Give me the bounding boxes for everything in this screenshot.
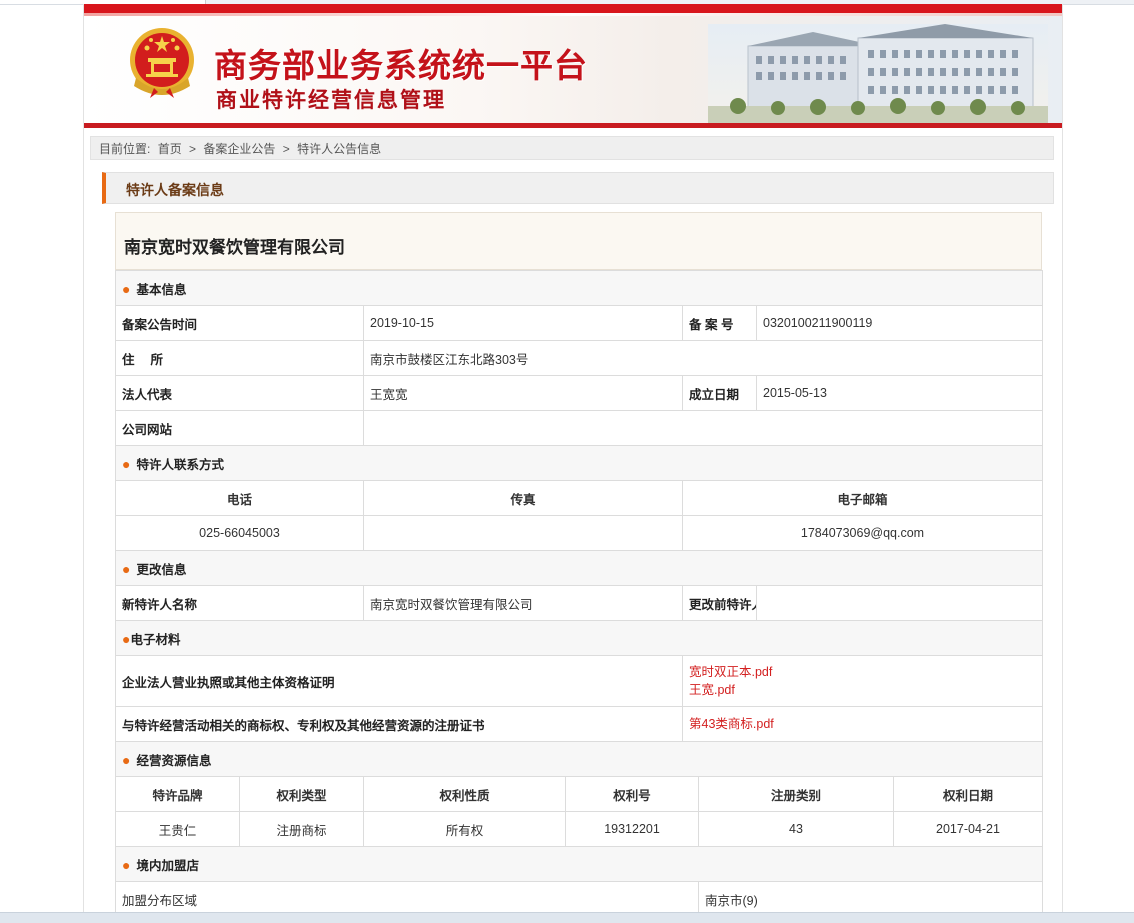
- table-row: 与特许经营活动相关的商标权、专利权及其他经营资源的注册证书 第43类商标.pdf: [115, 706, 1043, 742]
- new-name-value: 南京宽时双餐饮管理有限公司: [363, 585, 683, 621]
- email-label: 电子邮箱: [682, 480, 1043, 516]
- bullet-icon: ●: [122, 856, 131, 873]
- license-files: 宽时双正本.pdf 王宽.pdf: [682, 655, 1043, 707]
- license-file-link[interactable]: 王宽.pdf: [689, 681, 1036, 699]
- bullet-icon: ●: [122, 751, 131, 768]
- license-file-link[interactable]: 宽时双正本.pdf: [689, 663, 1036, 681]
- section-title: 特许人备案信息: [126, 182, 224, 198]
- resources-column-header-row: 特许品牌 权利类型 权利性质 权利号 注册类别 权利日期 权利期限: [115, 776, 1043, 812]
- materials-heading: ●电子材料: [115, 620, 1043, 656]
- fax-value: [363, 515, 683, 551]
- column-header: 注册类别: [698, 776, 894, 812]
- column-header: 特许品牌: [115, 776, 240, 812]
- bullet-icon: ●: [122, 455, 131, 472]
- banner-red-fade: [84, 13, 1062, 16]
- table-row: 企业法人营业执照或其他主体资格证明 宽时双正本.pdf 王宽.pdf: [115, 655, 1043, 707]
- column-header: 权利性质: [363, 776, 566, 812]
- site-banner: 商务部业务系统统一平台 商业特许经营信息管理: [84, 4, 1062, 128]
- breadcrumb-prefix: 目前位置:: [99, 142, 151, 156]
- banner-red-band: [84, 4, 1062, 13]
- stores-heading-text: 境内加盟店: [136, 858, 199, 873]
- record-no-value: 0320100211900119: [756, 305, 1043, 341]
- bullet-icon: ●: [122, 280, 131, 297]
- basic-info-header-row: ● 基本信息: [115, 270, 1043, 306]
- company-title-box: 南京宽时双餐饮管理有限公司: [115, 212, 1042, 270]
- basic-info-heading: ● 基本信息: [115, 270, 1043, 306]
- table-row: 住 所 南京市鼓楼区江东北路303号: [115, 340, 1043, 376]
- breadcrumb-separator: >: [282, 142, 290, 156]
- resources-heading-text: 经营资源信息: [136, 753, 212, 768]
- phone-value: 025-66045003: [115, 515, 364, 551]
- franchisor-info-table: ● 基本信息 备案公告时间 2019-10-15 备 案 号 0320100211…: [115, 270, 1043, 917]
- resources-header-row: ● 经营资源信息: [115, 741, 1043, 777]
- national-emblem-icon: [130, 28, 194, 98]
- founded-value: 2015-05-13: [756, 375, 1043, 411]
- stores-heading: ● 境内加盟店: [115, 846, 1043, 882]
- email-value: 1784073069@qq.com: [682, 515, 1043, 551]
- table-row: 电话 传真 电子邮箱: [115, 480, 1043, 516]
- change-heading: ● 更改信息: [115, 550, 1043, 586]
- column-header: 权利类型: [239, 776, 364, 812]
- legal-rep-value: 王宽宽: [363, 375, 683, 411]
- banner-title: 商务部业务系统统一平台: [214, 46, 588, 85]
- contact-heading-text: 特许人联系方式: [136, 457, 224, 472]
- right-nature-cell: 所有权: [363, 811, 566, 847]
- legal-rep-label: 法人代表: [115, 375, 364, 411]
- reg-class-cell: 43: [698, 811, 894, 847]
- address-value: 南京市鼓楼区江东北路303号: [363, 340, 1043, 376]
- new-name-label: 新特许人名称: [115, 585, 364, 621]
- banner-subtitle: 商业特许经营信息管理: [216, 87, 446, 112]
- phone-label: 电话: [115, 480, 364, 516]
- section-header: 特许人备案信息: [102, 172, 1054, 204]
- resources-heading: ● 经营资源信息: [115, 741, 1043, 777]
- company-name: 南京宽时双餐饮管理有限公司: [124, 238, 345, 257]
- old-name-label: 更改前特许人名称: [682, 585, 757, 621]
- basic-info-heading-text: 基本信息: [136, 282, 187, 297]
- record-no-label: 备 案 号: [682, 305, 757, 341]
- banner-red-bottom: [84, 123, 1062, 128]
- table-row: 公司网站: [115, 410, 1043, 446]
- breadcrumb-level1-link[interactable]: 备案企业公告: [203, 142, 275, 156]
- license-label: 企业法人营业执照或其他主体资格证明: [115, 655, 683, 707]
- ministry-building-icon: [708, 24, 1048, 123]
- fax-label: 传真: [363, 480, 683, 516]
- old-name-value: [756, 585, 1043, 621]
- stores-header-row: ● 境内加盟店: [115, 846, 1043, 882]
- change-heading-text: 更改信息: [136, 562, 187, 577]
- contact-heading: ● 特许人联系方式: [115, 445, 1043, 481]
- right-no-cell: 19312201: [565, 811, 699, 847]
- contact-header-row: ● 特许人联系方式: [115, 445, 1043, 481]
- change-header-row: ● 更改信息: [115, 550, 1043, 586]
- table-row: 王贵仁 注册商标 所有权 19312201 43 2017-04-21 2027…: [115, 811, 1043, 847]
- browser-bottom-bar: [0, 912, 1134, 923]
- materials-heading-text: 电子材料: [130, 632, 181, 647]
- breadcrumb-current: 特许人公告信息: [297, 142, 382, 156]
- bullet-icon: ●: [122, 560, 131, 577]
- table-row: 025-66045003 1784073069@qq.com: [115, 515, 1043, 551]
- website-value: [363, 410, 1043, 446]
- cert-label: 与特许经营活动相关的商标权、专利权及其他经营资源的注册证书: [115, 706, 683, 742]
- column-header: 权利日期: [893, 776, 1043, 812]
- cert-files: 第43类商标.pdf: [682, 706, 1043, 742]
- founded-label: 成立日期: [682, 375, 757, 411]
- breadcrumb-home-link[interactable]: 首页: [158, 142, 182, 156]
- table-row: 新特许人名称 南京宽时双餐饮管理有限公司 更改前特许人名称: [115, 585, 1043, 621]
- page-container: 商务部业务系统统一平台 商业特许经营信息管理 目前位置: 首页 > 备案企业公告…: [83, 4, 1063, 922]
- brand-cell: 王贵仁: [115, 811, 240, 847]
- announce-time-label: 备案公告时间: [115, 305, 364, 341]
- materials-header-row: ●电子材料: [115, 620, 1043, 656]
- cert-file-link[interactable]: 第43类商标.pdf: [689, 715, 1036, 733]
- table-row: 法人代表 王宽宽 成立日期 2015-05-13: [115, 375, 1043, 411]
- breadcrumb: 目前位置: 首页 > 备案企业公告 > 特许人公告信息: [90, 136, 1054, 160]
- address-label: 住 所: [115, 340, 364, 376]
- column-header: 权利号: [565, 776, 699, 812]
- right-date-cell: 2017-04-21: [893, 811, 1043, 847]
- right-type-cell: 注册商标: [239, 811, 364, 847]
- announce-time-value: 2019-10-15: [363, 305, 683, 341]
- table-row: 备案公告时间 2019-10-15 备 案 号 0320100211900119: [115, 305, 1043, 341]
- breadcrumb-separator: >: [189, 142, 197, 156]
- website-label: 公司网站: [115, 410, 364, 446]
